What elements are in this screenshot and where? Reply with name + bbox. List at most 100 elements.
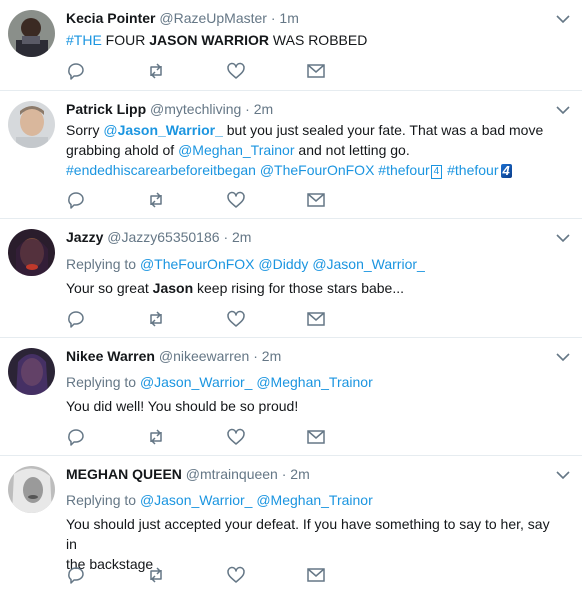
tweet-header: Nikee Warren @nikeewarren · 2m [66, 348, 542, 364]
chevron-down-icon[interactable] [556, 14, 570, 24]
retweet-icon[interactable] [146, 428, 166, 446]
like-icon[interactable] [226, 191, 246, 209]
tweet-text: Your so great Jason keep rising for thos… [66, 278, 562, 298]
text-segment: WAS ROBBED [269, 32, 368, 48]
tweet-header: Patrick Lipp @mytechliving · 2m [66, 101, 542, 117]
tweet: Kecia Pointer @RazeUpMaster · 1m #THE FO… [0, 0, 582, 91]
retweet-icon[interactable] [146, 566, 166, 584]
retweet-icon[interactable] [146, 310, 166, 328]
display-name[interactable]: Nikee Warren [66, 348, 155, 364]
tweet: Nikee Warren @nikeewarren · 2m Replying … [0, 338, 582, 456]
mention-link[interactable]: @Jason_Warrior_ [140, 374, 253, 390]
separator: · [281, 466, 287, 482]
retweet-icon[interactable] [146, 62, 166, 80]
reply-icon[interactable] [66, 428, 86, 446]
chevron-down-icon[interactable] [556, 352, 570, 362]
timestamp[interactable]: 1m [279, 10, 298, 26]
avatar[interactable] [8, 229, 55, 276]
text-segment-bold: JASON WARRIOR [149, 32, 270, 48]
tweet-actions [66, 191, 336, 209]
text-line: Sorry @Jason_Warrior_ but you just seale… [66, 120, 562, 140]
mention-link[interactable]: @Jason_Warrior_ [140, 492, 253, 508]
mention-link[interactable]: @Meghan_Trainor [178, 142, 294, 158]
user-handle[interactable]: @RazeUpMaster [159, 10, 267, 26]
replying-to: Replying to @Jason_Warrior_ @Meghan_Trai… [66, 490, 562, 510]
tweet-text: #THE FOUR JASON WARRIOR WAS ROBBED [66, 30, 562, 50]
separator: · [270, 10, 276, 26]
mention-link[interactable]: @Jason_Warrior_ [312, 256, 425, 272]
timestamp[interactable]: 2m [232, 229, 251, 245]
tweet: MEGHAN QUEEN @mtrainqueen · 2m Replying … [0, 456, 582, 598]
text-segment: Sorry [66, 122, 104, 138]
text-segment: and not letting go. [294, 142, 410, 158]
avatar[interactable] [8, 10, 55, 57]
tweet-actions [66, 62, 336, 80]
timestamp[interactable]: 2m [254, 101, 273, 117]
text-line: You should just accepted your defeat. If… [66, 516, 550, 552]
tweet-header: Kecia Pointer @RazeUpMaster · 1m [66, 10, 542, 26]
tweet: Patrick Lipp @mytechliving · 2m Sorry @J… [0, 91, 582, 219]
text-segment: but you just sealed your fate. That was … [222, 122, 544, 138]
separator: · [245, 101, 250, 117]
like-icon[interactable] [226, 310, 246, 328]
retweet-icon[interactable] [146, 191, 166, 209]
tweet: Jazzy @Jazzy65350186 · 2m Replying to @T… [0, 219, 582, 338]
tweet-feed: Kecia Pointer @RazeUpMaster · 1m #THE FO… [0, 0, 582, 598]
mention-at: @ [103, 122, 118, 138]
hashtag-link[interactable]: #endedhiscarearbeforeitbegan [66, 162, 256, 178]
reply-icon[interactable] [66, 566, 86, 584]
text-segment: grabbing ahold of [66, 142, 179, 158]
replying-label: Replying to [66, 256, 137, 272]
chevron-down-icon[interactable] [556, 233, 570, 243]
keycap-four-emoji: 4 [430, 165, 443, 179]
mention-link[interactable]: @TheFourOnFOX [260, 162, 375, 178]
hashtag-link[interactable]: #thefour [378, 162, 429, 178]
message-icon[interactable] [306, 191, 326, 209]
tweet-text: You should just accepted your defeat. If… [66, 514, 562, 574]
message-icon[interactable] [306, 566, 326, 584]
timestamp[interactable]: 2m [262, 348, 281, 364]
mention-name: Jason_Warrior_ [117, 122, 223, 138]
timestamp[interactable]: 2m [290, 466, 309, 482]
message-icon[interactable] [306, 62, 326, 80]
mention-link[interactable]: @Meghan_Trainor [256, 374, 372, 390]
user-handle[interactable]: @mytechliving [150, 101, 241, 117]
like-icon[interactable] [226, 62, 246, 80]
separator: · [253, 348, 258, 364]
tweet-header: Jazzy @Jazzy65350186 · 2m [66, 229, 542, 245]
avatar[interactable] [8, 466, 55, 513]
display-name[interactable]: MEGHAN QUEEN [66, 466, 182, 482]
display-name[interactable]: Patrick Lipp [66, 101, 146, 117]
chevron-down-icon[interactable] [556, 105, 570, 115]
mention-link[interactable]: @Diddy [258, 256, 308, 272]
message-icon[interactable] [306, 310, 326, 328]
like-icon[interactable] [226, 566, 246, 584]
mention-link[interactable]: @Jason_Warrior_ [103, 122, 223, 138]
tweet-header: MEGHAN QUEEN @mtrainqueen · 2m [66, 466, 542, 482]
tweet-actions [66, 310, 336, 328]
reply-icon[interactable] [66, 191, 86, 209]
hashtag-link[interactable]: #thefour [447, 162, 498, 178]
tweet-text: Sorry @Jason_Warrior_ but you just seale… [66, 120, 562, 180]
display-name[interactable]: Kecia Pointer [66, 10, 155, 26]
text-segment: FOUR [101, 32, 150, 48]
chevron-down-icon[interactable] [556, 470, 570, 480]
user-handle[interactable]: @nikeewarren [159, 348, 249, 364]
mention-link[interactable]: @Meghan_Trainor [256, 492, 372, 508]
display-name[interactable]: Jazzy [66, 229, 103, 245]
reply-icon[interactable] [66, 310, 86, 328]
avatar[interactable] [8, 348, 55, 395]
text-segment: Your so great [66, 280, 153, 296]
mention-link[interactable]: @TheFourOnFOX [140, 256, 255, 272]
reply-icon[interactable] [66, 62, 86, 80]
replying-label: Replying to [66, 492, 137, 508]
user-handle[interactable]: @mtrainqueen [186, 466, 278, 482]
hashtag-link[interactable]: #THE [66, 32, 102, 48]
avatar[interactable] [8, 101, 55, 148]
tweet-actions [66, 428, 336, 446]
replying-to: Replying to @Jason_Warrior_ @Meghan_Trai… [66, 372, 562, 392]
text-segment: keep rising for those stars babe... [193, 280, 405, 296]
message-icon[interactable] [306, 428, 326, 446]
user-handle[interactable]: @Jazzy65350186 [107, 229, 219, 245]
like-icon[interactable] [226, 428, 246, 446]
